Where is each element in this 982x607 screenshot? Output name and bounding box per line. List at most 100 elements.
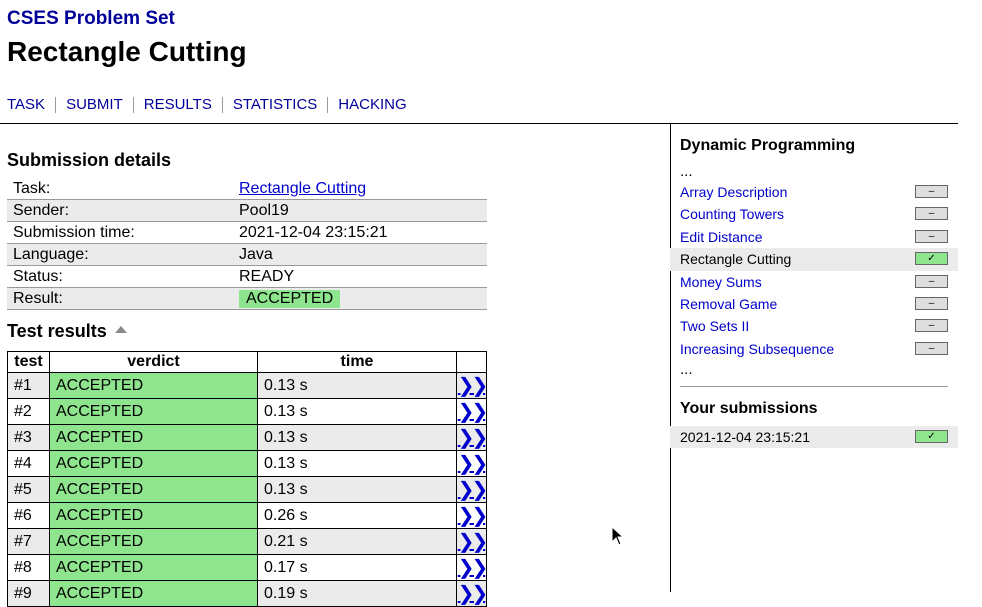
mouse-cursor-icon (611, 526, 623, 546)
table-row: #9 ACCEPTED 0.19 s ❯❯ (7, 580, 488, 607)
sidebar-problem-item[interactable]: Two Sets II – (670, 315, 958, 337)
sidebar-problem-item[interactable]: Increasing Subsequence – (670, 338, 958, 360)
nav-submit[interactable]: SUBMIT (55, 97, 133, 113)
double-chevron-right-icon[interactable]: ❯❯ (458, 479, 488, 501)
check-icon: ✓ (915, 252, 948, 266)
dash-icon: – (915, 185, 948, 198)
details-label: Sender: (7, 199, 234, 222)
details-row: Language: Java (7, 243, 487, 266)
problem-link[interactable]: Removal Game (680, 296, 777, 312)
double-chevron-right-icon[interactable]: ❯❯ (458, 427, 488, 449)
dash-icon: – (915, 229, 948, 243)
details-row: Sender: Pool19 (7, 199, 487, 222)
test-verdict: ACCEPTED (49, 502, 258, 529)
sidebar-problem-item[interactable]: Array Description – (670, 181, 958, 203)
test-detail-cell: ❯❯ (456, 424, 488, 451)
test-detail-cell: ❯❯ (456, 502, 488, 529)
sidebar-problem-item[interactable]: Rectangle Cutting ✓ (670, 248, 958, 271)
problem-link[interactable]: Two Sets II (680, 318, 749, 334)
details-value: Rectangle Cutting (234, 178, 487, 200)
problem-link[interactable]: Counting Towers (680, 206, 784, 222)
details-label: Submission time: (7, 221, 234, 244)
details-row: Result: ACCEPTED (7, 287, 487, 310)
dash-icon: – (915, 274, 948, 288)
test-time: 0.17 s (257, 554, 457, 581)
table-row: #6 ACCEPTED 0.26 s ❯❯ (7, 502, 488, 529)
test-time: 0.21 s (257, 528, 457, 555)
test-verdict: ACCEPTED (49, 398, 258, 425)
site-title-link[interactable]: CSES Problem Set (7, 8, 175, 30)
problem-link[interactable]: Money Sums (680, 274, 762, 290)
details-value: READY (234, 265, 487, 288)
test-time: 0.26 s (257, 502, 457, 529)
col-test: test (7, 351, 50, 373)
test-number: #7 (7, 528, 50, 555)
problem-link[interactable]: Array Description (680, 184, 787, 200)
test-number: #5 (7, 476, 50, 503)
test-detail-cell: ❯❯ (456, 398, 488, 425)
task-link[interactable]: Rectangle Cutting (239, 180, 366, 197)
nav-results[interactable]: RESULTS (132, 97, 222, 113)
test-verdict: ACCEPTED (49, 476, 258, 503)
test-time: 0.19 s (257, 580, 457, 607)
double-chevron-right-icon[interactable]: ❯❯ (458, 557, 488, 579)
details-value: 2021-12-04 23:15:21 (234, 221, 487, 244)
test-verdict: ACCEPTED (49, 372, 258, 399)
test-verdict: ACCEPTED (49, 450, 258, 477)
test-detail-cell: ❯❯ (456, 528, 488, 555)
test-number: #8 (7, 554, 50, 581)
details-label: Task: (7, 178, 234, 200)
test-detail-cell: ❯❯ (456, 476, 488, 503)
submission-details-table: Task: Rectangle Cutting Sender: Pool19 S… (7, 178, 487, 310)
test-verdict: ACCEPTED (49, 528, 258, 555)
nav-task[interactable]: TASK (7, 97, 55, 113)
double-chevron-right-icon[interactable]: ❯❯ (458, 401, 488, 423)
page-title: Rectangle Cutting (7, 36, 247, 67)
details-row: Status: READY (7, 265, 487, 288)
nav-hacking[interactable]: HACKING (327, 97, 416, 113)
sidebar-problem-item[interactable]: Edit Distance – (670, 226, 958, 248)
header-divider (0, 123, 958, 124)
problem-link[interactable]: Increasing Subsequence (680, 341, 834, 357)
result-badge: ACCEPTED (239, 289, 341, 308)
sidebar-problem-item[interactable]: Removal Game – (670, 293, 958, 315)
table-row: #8 ACCEPTED 0.17 s ❯❯ (7, 554, 488, 581)
your-submissions-heading: Your submissions (680, 400, 818, 417)
details-row: Submission time: 2021-12-04 23:15:21 (7, 221, 487, 244)
check-icon: ✓ (915, 430, 948, 443)
sidebar-ellipsis-bottom: ... (680, 361, 693, 378)
table-row: #5 ACCEPTED 0.13 s ❯❯ (7, 476, 488, 503)
double-chevron-right-icon[interactable]: ❯❯ (458, 453, 488, 475)
problem-name: Rectangle Cutting (680, 251, 792, 268)
col-link (456, 351, 487, 373)
test-verdict: ACCEPTED (49, 554, 258, 581)
double-chevron-right-icon[interactable]: ❯❯ (458, 583, 488, 605)
test-detail-cell: ❯❯ (456, 554, 488, 581)
test-results-heading[interactable]: Test results (7, 321, 127, 342)
problem-list: Array Description – Counting Towers – Edit D… (670, 181, 958, 360)
test-time: 0.13 s (257, 424, 457, 451)
test-verdict: ACCEPTED (49, 580, 258, 607)
submission-list-item[interactable]: 2021-12-04 23:15:21 ✓ (670, 426, 958, 448)
double-chevron-right-icon[interactable]: ❯❯ (458, 531, 488, 553)
double-chevron-right-icon[interactable]: ❯❯ (458, 375, 488, 397)
test-number: #4 (7, 450, 50, 477)
table-row: #1 ACCEPTED 0.13 s ❯❯ (7, 372, 488, 399)
collapse-triangle-icon[interactable] (114, 325, 127, 333)
sidebar-problem-item[interactable]: Money Sums – (670, 271, 958, 293)
nav-statistics[interactable]: STATISTICS (221, 97, 327, 113)
details-label: Status: (7, 265, 234, 288)
test-number: #9 (7, 580, 50, 607)
details-row: Task: Rectangle Cutting (7, 178, 487, 200)
dash-icon: – (915, 296, 948, 310)
details-value: Pool19 (234, 199, 487, 222)
submission-details-heading: Submission details (7, 150, 172, 170)
table-row: #4 ACCEPTED 0.13 s ❯❯ (7, 450, 488, 477)
task-nav: TASK SUBMIT RESULTS STATISTICS HACKING (7, 97, 417, 113)
table-row: #2 ACCEPTED 0.13 s ❯❯ (7, 398, 488, 425)
details-value: ACCEPTED (234, 287, 487, 310)
sidebar-problem-item[interactable]: Counting Towers – (670, 203, 958, 225)
double-chevron-right-icon[interactable]: ❯❯ (458, 505, 488, 527)
table-header-row: test verdict time (7, 351, 487, 373)
problem-link[interactable]: Edit Distance (680, 229, 762, 245)
